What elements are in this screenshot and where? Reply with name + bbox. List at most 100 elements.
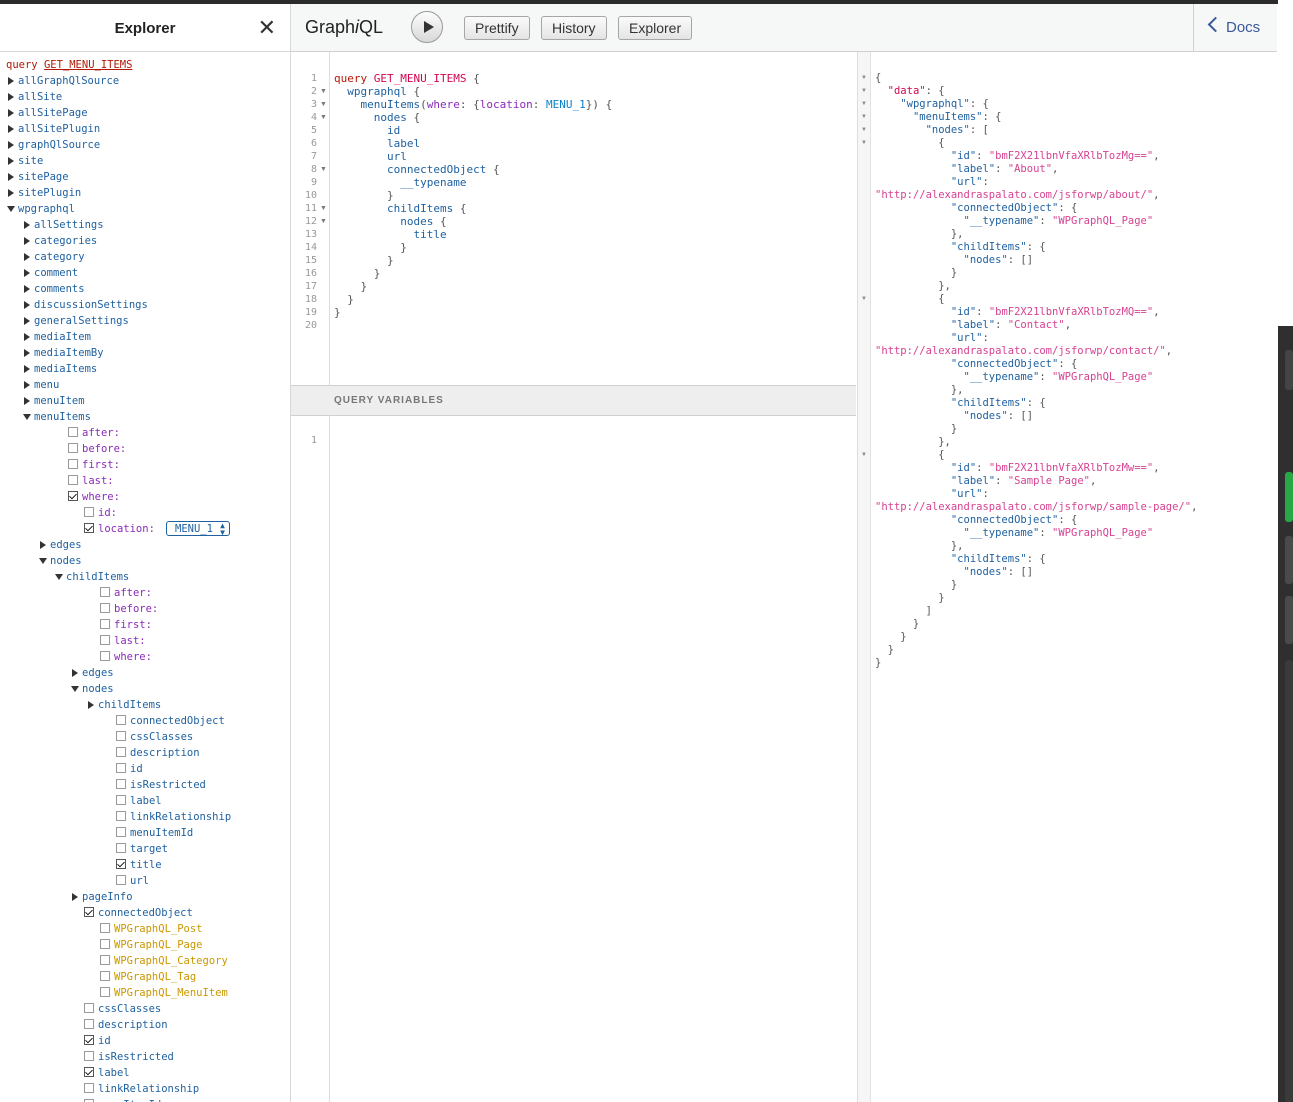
- caret-down-icon[interactable]: [71, 686, 79, 692]
- checkbox[interactable]: [100, 651, 110, 661]
- checkbox[interactable]: [100, 587, 110, 597]
- caret-right-icon[interactable]: [24, 349, 30, 357]
- tree-item-nodes[interactable]: nodes: [0, 681, 290, 697]
- tree-item-id[interactable]: id: [0, 761, 290, 777]
- tree-item-cssclasses[interactable]: cssClasses: [0, 729, 290, 745]
- tree-item-location[interactable]: location: MENU_1 ▲ ▼: [0, 521, 290, 537]
- tree-item-title[interactable]: title: [0, 857, 290, 873]
- caret-right-icon[interactable]: [24, 237, 30, 245]
- tree-item-allsitepage[interactable]: allSitePage: [0, 105, 290, 121]
- tree-item-comment[interactable]: comment: [0, 265, 290, 281]
- fold-arrow-icon[interactable]: ▼: [320, 202, 327, 215]
- history-button[interactable]: History: [541, 16, 607, 40]
- checkbox[interactable]: [116, 763, 126, 773]
- tree-item-nodes[interactable]: nodes: [0, 553, 290, 569]
- fold-arrow-icon[interactable]: ▼: [320, 111, 327, 124]
- caret-right-icon[interactable]: [24, 285, 30, 293]
- tree-item-connectedobject[interactable]: connectedObject: [0, 713, 290, 729]
- tree-item-mediaitemby[interactable]: mediaItemBy: [0, 345, 290, 361]
- fold-arrow-icon[interactable]: ▼: [861, 124, 867, 137]
- tree-item-id[interactable]: id:: [0, 505, 290, 521]
- tree-item-childitems[interactable]: childItems: [0, 697, 290, 713]
- caret-right-icon[interactable]: [72, 893, 78, 901]
- location-select[interactable]: MENU_1 ▲ ▼: [166, 521, 230, 537]
- caret-right-icon[interactable]: [8, 77, 14, 85]
- checkbox-checked[interactable]: [116, 859, 126, 869]
- tree-item-site[interactable]: site: [0, 153, 290, 169]
- caret-right-icon[interactable]: [8, 109, 14, 117]
- close-icon[interactable]: ✕: [258, 17, 276, 39]
- checkbox[interactable]: [84, 1083, 94, 1093]
- checkbox-checked[interactable]: [84, 907, 94, 917]
- tree-item-connectedobject[interactable]: connectedObject: [0, 905, 290, 921]
- checkbox-checked[interactable]: [84, 523, 94, 533]
- fold-arrow-icon[interactable]: ▼: [861, 111, 867, 124]
- tree-item-menuitems[interactable]: menuItems: [0, 409, 290, 425]
- tree-item-mediaitems[interactable]: mediaItems: [0, 361, 290, 377]
- tree-item-cssclasses[interactable]: cssClasses: [0, 1001, 290, 1017]
- checkbox-checked[interactable]: [68, 491, 78, 501]
- checkbox[interactable]: [100, 635, 110, 645]
- tree-item-last[interactable]: last:: [0, 633, 290, 649]
- docs-button[interactable]: Docs: [1193, 4, 1278, 51]
- caret-right-icon[interactable]: [24, 221, 30, 229]
- tree-item-wpgraphql_page[interactable]: WPGraphQL_Page: [0, 937, 290, 953]
- tree-item-description[interactable]: description: [0, 1017, 290, 1033]
- query-editor[interactable]: 1 2 ▼ 3 ▼ 4 ▼ 5 6 7 8 ▼ 9 10 11 ▼ 12 ▼ 13 14 15 16 17 18 19 20 qu…: [291, 52, 856, 1102]
- tree-item-description[interactable]: description: [0, 745, 290, 761]
- tree-item-before[interactable]: before:: [0, 441, 290, 457]
- caret-right-icon[interactable]: [8, 189, 14, 197]
- tree-item-allgraphqlsource[interactable]: allGraphQlSource: [0, 73, 290, 89]
- tree-item-after[interactable]: after:: [0, 585, 290, 601]
- tree-item-discussionsettings[interactable]: discussionSettings: [0, 297, 290, 313]
- checkbox[interactable]: [116, 843, 126, 853]
- tree-item-childitems[interactable]: childItems: [0, 569, 290, 585]
- tree-item-edges[interactable]: edges: [0, 665, 290, 681]
- tree-item-allsettings[interactable]: allSettings: [0, 217, 290, 233]
- tree-item-wpgraphql_category[interactable]: WPGraphQL_Category: [0, 953, 290, 969]
- tree-item-target[interactable]: target: [0, 841, 290, 857]
- checkbox[interactable]: [116, 747, 126, 757]
- tree-item-menu[interactable]: menu: [0, 377, 290, 393]
- checkbox[interactable]: [84, 1051, 94, 1061]
- tree-item-url[interactable]: url: [0, 873, 290, 889]
- tree-item-pageinfo[interactable]: pageInfo: [0, 889, 290, 905]
- fold-arrow-icon[interactable]: ▼: [861, 72, 867, 85]
- operation-name[interactable]: GET_MENU_ITEMS: [44, 59, 133, 71]
- caret-right-icon[interactable]: [72, 669, 78, 677]
- tree-item-linkrelationship[interactable]: linkRelationship: [0, 809, 290, 825]
- checkbox[interactable]: [116, 875, 126, 885]
- tree-item-wpgraphql_post[interactable]: WPGraphQL_Post: [0, 921, 290, 937]
- checkbox[interactable]: [116, 731, 126, 741]
- caret-right-icon[interactable]: [8, 173, 14, 181]
- tree-item-menuitemid[interactable]: menuItemId: [0, 1097, 290, 1102]
- tree-item-isrestricted[interactable]: isRestricted: [0, 777, 290, 793]
- caret-right-icon[interactable]: [88, 701, 94, 709]
- tree-item-label[interactable]: label: [0, 1065, 290, 1081]
- caret-right-icon[interactable]: [24, 365, 30, 373]
- caret-right-icon[interactable]: [8, 125, 14, 133]
- checkbox[interactable]: [100, 971, 110, 981]
- fold-arrow-icon[interactable]: ▼: [861, 85, 867, 98]
- tree-item-where[interactable]: where:: [0, 649, 290, 665]
- tree-item-siteplugin[interactable]: sitePlugin: [0, 185, 290, 201]
- checkbox[interactable]: [100, 987, 110, 997]
- tree-item-allsiteplugin[interactable]: allSitePlugin: [0, 121, 290, 137]
- fold-arrow-icon[interactable]: ▼: [861, 137, 867, 150]
- caret-right-icon[interactable]: [24, 381, 30, 389]
- execute-query-button[interactable]: [411, 11, 443, 43]
- tree-item-wpgraphql[interactable]: wpgraphql: [0, 201, 290, 217]
- fold-arrow-icon[interactable]: ▼: [320, 98, 327, 111]
- checkbox[interactable]: [68, 459, 78, 469]
- checkbox[interactable]: [116, 811, 126, 821]
- checkbox[interactable]: [116, 715, 126, 725]
- tree-item-category[interactable]: category: [0, 249, 290, 265]
- checkbox-checked[interactable]: [84, 1035, 94, 1045]
- checkbox[interactable]: [100, 603, 110, 613]
- query-variables-bar[interactable]: QUERY VARIABLES: [291, 385, 856, 416]
- tree-item-graphqlsource[interactable]: graphQlSource: [0, 137, 290, 153]
- caret-right-icon[interactable]: [24, 269, 30, 277]
- caret-right-icon[interactable]: [8, 157, 14, 165]
- fold-arrow-icon[interactable]: ▼: [320, 85, 327, 98]
- caret-right-icon[interactable]: [8, 141, 14, 149]
